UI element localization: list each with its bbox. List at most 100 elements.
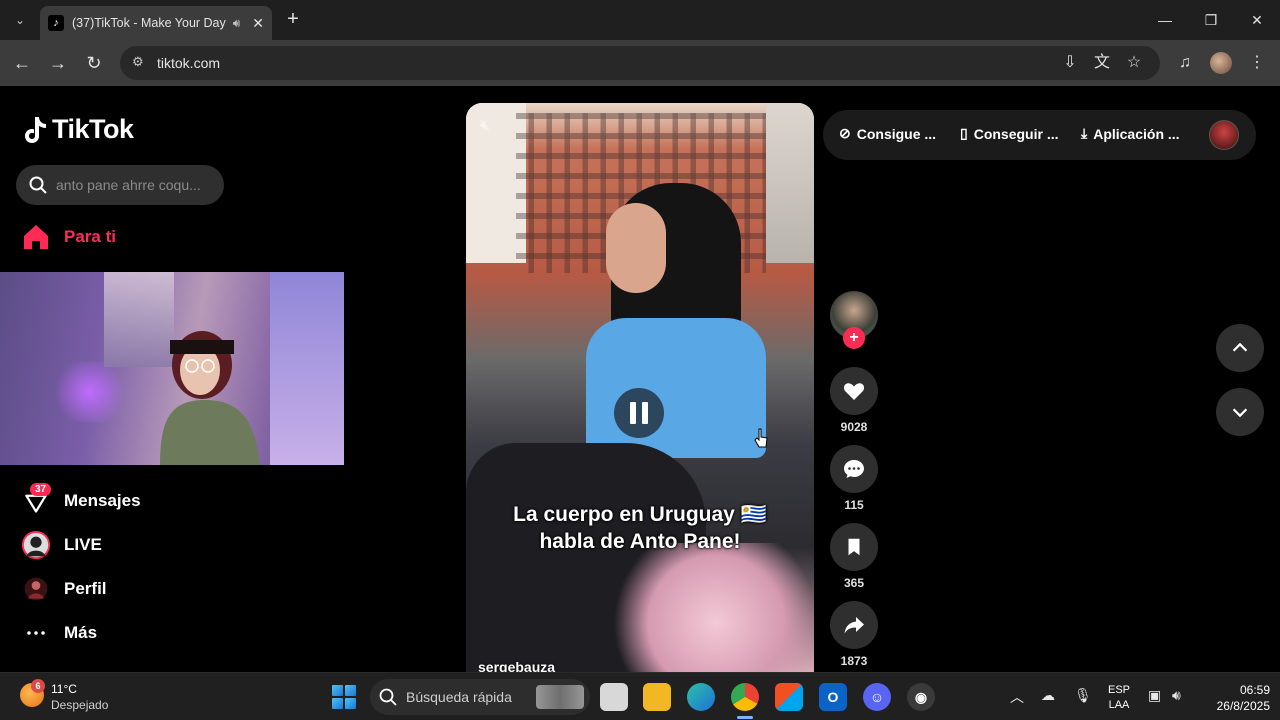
search-highlight-image	[536, 685, 584, 709]
site-info-icon[interactable]: ⚙︎	[132, 54, 150, 72]
previous-video-button[interactable]	[1216, 324, 1264, 372]
pause-button[interactable]	[614, 388, 664, 438]
clock-time: 06:59	[1239, 683, 1270, 697]
tiktok-page: TikTok anto pane ahrre coqu... Para ti 3…	[0, 86, 1280, 672]
pause-icon	[642, 402, 648, 424]
search-placeholder: anto pane ahrre coqu...	[56, 177, 201, 193]
microphone-icon[interactable]: 🎙︎	[1074, 687, 1092, 704]
sidebar-item-perfil[interactable]: Perfil	[20, 572, 107, 606]
forward-button[interactable]: →	[46, 51, 70, 75]
face	[606, 203, 666, 293]
sidebar-item-mensajes[interactable]: 37 Mensajes	[20, 483, 141, 518]
address-bar[interactable]: ⚙︎ tiktok.com ⇩ 文 ☆	[120, 46, 1160, 80]
save-button[interactable]	[830, 523, 878, 571]
bookmark-icon	[848, 538, 860, 556]
caption-line: habla de Anto Pane!	[539, 530, 741, 553]
menu-icon[interactable]: ⋮	[1246, 52, 1268, 74]
language-line: ESP	[1107, 684, 1130, 696]
browser-tab[interactable]: ♪ (37)TikTok - Make Your Day 🔊︎ ✕	[40, 6, 272, 40]
follow-button[interactable]: +	[843, 327, 865, 349]
browser-tab-bar: ⌄ ♪ (37)TikTok - Make Your Day 🔊︎ ✕ + — …	[0, 0, 1280, 40]
language-indicator[interactable]: ESP LAA	[1105, 683, 1133, 713]
purple-light	[50, 362, 130, 422]
like-count: 9028	[840, 420, 868, 434]
file-explorer-icon[interactable]	[643, 683, 671, 711]
install-app-icon[interactable]: ⇩	[1060, 53, 1080, 73]
top-item-label: Conseguir ...	[973, 125, 1059, 142]
windows-logo-icon	[332, 685, 343, 696]
close-window-button[interactable]: ✕	[1234, 6, 1280, 34]
like-button[interactable]	[830, 367, 878, 415]
sidebar-item-label: Perfil	[64, 579, 107, 598]
weather-description[interactable]: Despejado	[51, 698, 108, 712]
pc-app-link[interactable]: ⤓ Aplicación ...	[1081, 125, 1180, 142]
building-right	[766, 103, 814, 263]
share-icon	[844, 617, 864, 634]
chevron-up-icon	[1232, 342, 1248, 352]
translate-icon[interactable]: 文	[1092, 53, 1112, 73]
volume-icon[interactable]: 🔊︎	[1172, 687, 1181, 704]
get-coins-link[interactable]: ⊘ Consigue ...	[839, 125, 936, 142]
sidebar-item-live[interactable]: LIVE	[20, 528, 102, 562]
user-avatar[interactable]	[1209, 120, 1239, 150]
sidebar-item-para-ti[interactable]: Para ti	[20, 220, 116, 254]
home-icon	[24, 225, 48, 249]
speaker-icon[interactable]: 🔊︎	[233, 16, 241, 31]
discord-icon[interactable]: ☺	[863, 683, 891, 711]
new-tab-button[interactable]: +	[282, 8, 304, 30]
chrome-icon[interactable]	[731, 683, 759, 711]
profile-avatar-icon	[20, 573, 52, 605]
next-video-button[interactable]	[1216, 388, 1264, 436]
browser-profile-avatar[interactable]	[1210, 52, 1232, 74]
mute-icon[interactable]: 🔇︎	[480, 117, 490, 135]
minimize-button[interactable]: —	[1142, 6, 1188, 34]
sidebar-item-label: Para ti	[64, 227, 116, 246]
onedrive-icon[interactable]: ☁︎	[1041, 687, 1055, 704]
tiktok-note-icon	[25, 116, 46, 143]
sidebar-item-mas[interactable]: Más	[20, 616, 97, 650]
weather-temperature[interactable]: 11°C	[51, 682, 77, 696]
search-input[interactable]: anto pane ahrre coqu...	[16, 165, 224, 205]
system-clock[interactable]: 06:59 26/8/2025	[1196, 682, 1270, 714]
share-count: 1873	[840, 654, 868, 668]
coin-icon: ⊘	[839, 125, 851, 141]
comment-button[interactable]	[830, 445, 878, 493]
restore-button[interactable]: ❐	[1188, 6, 1234, 34]
video-author[interactable]: sergebauza	[478, 659, 555, 672]
start-button[interactable]	[332, 685, 356, 709]
comment-count: 115	[844, 498, 864, 512]
phone-icon: ▯	[960, 125, 968, 141]
search-icon	[29, 176, 47, 194]
taskbar-search[interactable]: Búsqueda rápida	[370, 679, 590, 715]
top-item-label: Consigue ...	[856, 125, 937, 142]
close-tab-icon[interactable]: ✕	[252, 15, 264, 32]
tiktok-logo[interactable]: TikTok	[24, 114, 134, 145]
task-view-icon[interactable]	[600, 683, 628, 711]
tab-title: (37)TikTok - Make Your Day	[72, 16, 226, 30]
bookmark-star-icon[interactable]: ☆	[1124, 53, 1144, 73]
obs-icon[interactable]: ◉	[907, 683, 935, 711]
share-button[interactable]	[830, 601, 878, 649]
tab-search-button[interactable]: ⌄	[8, 8, 32, 32]
microsoft-store-icon[interactable]	[775, 683, 803, 711]
outlook-icon[interactable]: O	[819, 683, 847, 711]
logo-text: TikTok	[52, 114, 134, 144]
windows-logo-icon	[345, 698, 356, 709]
back-button[interactable]: ←	[10, 51, 34, 75]
reload-button[interactable]: ↻	[82, 51, 106, 75]
sidebar-item-label: Mensajes	[64, 491, 141, 510]
shirt	[586, 318, 766, 458]
tiktok-favicon-icon: ♪	[48, 15, 64, 31]
url-text[interactable]: tiktok.com	[157, 55, 220, 71]
pause-icon	[630, 402, 636, 424]
edge-icon[interactable]	[687, 683, 715, 711]
active-app-indicator	[737, 716, 753, 719]
language-line: LAA	[1108, 699, 1130, 711]
heart-icon	[843, 383, 865, 400]
network-icon[interactable]: ▣	[1148, 687, 1161, 704]
video-player[interactable]: 🔇︎ La cuerpo en Uruguay 🇺🇾 habla de Anto…	[466, 103, 814, 672]
tray-chevron-up-icon[interactable]: ︿	[1010, 687, 1024, 707]
media-control-icon[interactable]: ♫	[1174, 52, 1196, 74]
browser-toolbar: ← → ↻ ⚙︎ tiktok.com ⇩ 文 ☆ ♫ ⋮	[0, 40, 1280, 86]
get-app-link[interactable]: ▯ Conseguir ...	[960, 125, 1059, 142]
